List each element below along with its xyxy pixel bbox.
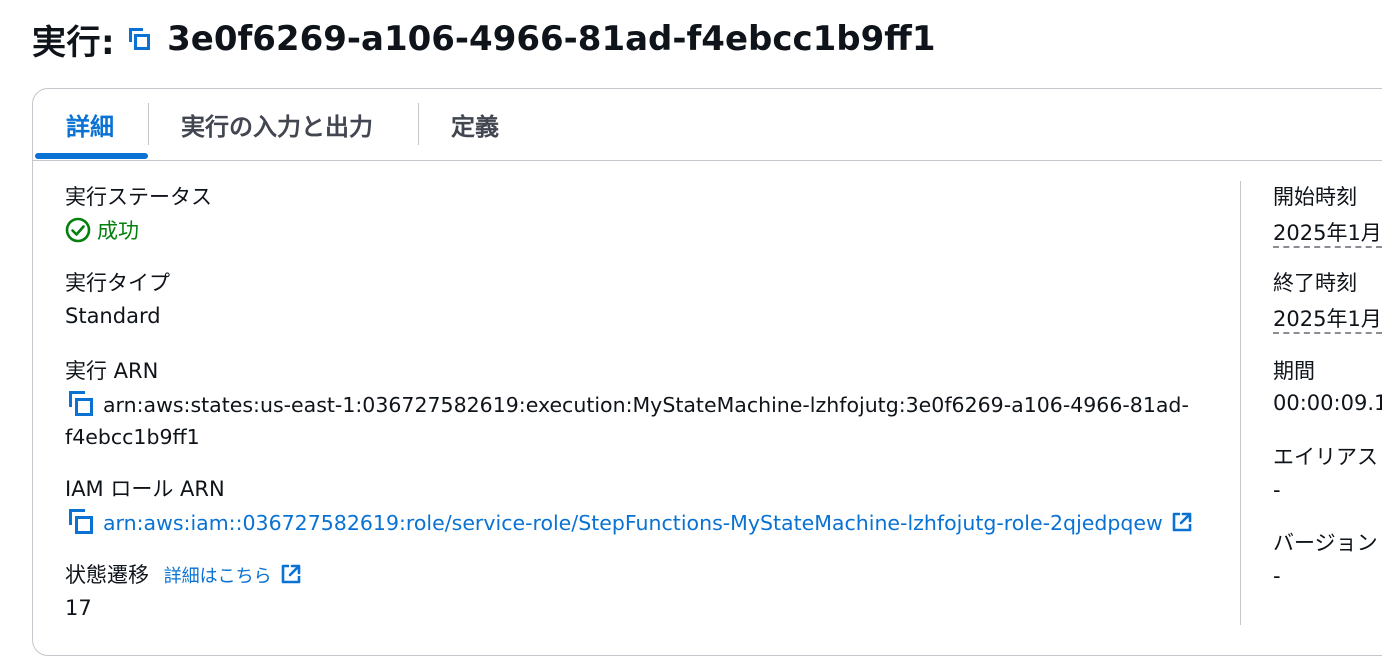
title-prefix: 実行: <box>32 22 116 63</box>
tab-divider <box>148 103 149 145</box>
active-tab-indicator <box>35 153 148 159</box>
alias-value: - <box>1273 478 1281 502</box>
tab-details[interactable]: 詳細 <box>66 89 114 160</box>
transitions-value: 17 <box>65 596 92 620</box>
status-badge: 成功 <box>65 215 139 245</box>
tab-input-output[interactable]: 実行の入力と出力 <box>181 89 373 160</box>
version-value: - <box>1273 564 1281 588</box>
iam-role-label: IAM ロール ARN <box>65 477 225 501</box>
tab-bar: 詳細 実行の入力と出力 定義 <box>33 89 1382 161</box>
execution-arn-value: arn:aws:states:us-east-1:036727582619:ex… <box>69 389 1189 421</box>
end-time-value: 2025年1月 <box>1273 303 1382 334</box>
version-label: バージョン <box>1273 531 1378 555</box>
learn-more-link[interactable]: 詳細はこちら <box>164 566 272 587</box>
start-time-label: 開始時刻 <box>1273 185 1357 209</box>
tab-divider <box>418 103 419 145</box>
status-value: 成功 <box>97 219 139 243</box>
external-link-icon[interactable] <box>280 563 302 585</box>
tab-definition[interactable]: 定義 <box>451 89 499 160</box>
execution-arn-line2: f4ebcc1b9ff1 <box>65 425 200 449</box>
column-divider <box>1240 181 1241 625</box>
execution-id: 3e0f6269-a106-4966-81ad-f4ebcc1b9ff1 <box>167 19 936 59</box>
success-check-icon <box>65 217 91 243</box>
execution-arn-label: 実行 ARN <box>65 359 159 383</box>
execution-arn-line1: arn:aws:states:us-east-1:036727582619:ex… <box>103 393 1189 417</box>
transitions-label: 状態遷移 <box>65 563 149 587</box>
copy-icon[interactable] <box>69 509 93 534</box>
end-time-label: 終了時刻 <box>1273 271 1357 295</box>
start-time-value: 2025年1月 <box>1273 217 1382 248</box>
page-title: 実行: 3e0f6269-a106-4966-81ad-f4ebcc1b9ff1 <box>32 14 936 64</box>
copy-icon[interactable] <box>129 28 151 50</box>
alias-label: エイリアス <box>1273 445 1378 469</box>
duration-label: 期間 <box>1273 359 1315 383</box>
iam-role-value: arn:aws:iam::036727582619:role/service-r… <box>69 507 1193 539</box>
details-panel: 詳細 実行の入力と出力 定義 実行ステータス 成功 実行タイプ Standard… <box>32 88 1382 656</box>
type-label: 実行タイプ <box>65 271 170 295</box>
duration-value: 00:00:09.1 <box>1273 391 1382 415</box>
external-link-icon[interactable] <box>1171 511 1193 533</box>
copy-icon[interactable] <box>69 391 93 416</box>
transitions-label-row: 状態遷移 詳細はこちら <box>65 559 302 589</box>
status-label: 実行ステータス <box>65 185 212 209</box>
type-value: Standard <box>65 304 161 328</box>
iam-role-link[interactable]: arn:aws:iam::036727582619:role/service-r… <box>103 511 1163 535</box>
